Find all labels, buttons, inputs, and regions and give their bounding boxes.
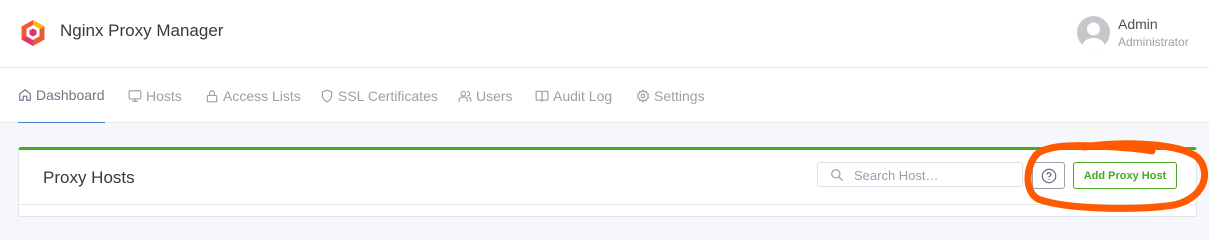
nav-settings[interactable]: Settings bbox=[636, 68, 705, 123]
add-proxy-host-button[interactable]: Add Proxy Host bbox=[1073, 162, 1177, 189]
hexagon-logo-icon[interactable] bbox=[19, 19, 47, 47]
help-circle-icon bbox=[1041, 168, 1056, 183]
search-input[interactable] bbox=[854, 166, 1014, 184]
user-role: Administrator bbox=[1118, 35, 1189, 49]
help-button[interactable] bbox=[1032, 162, 1065, 189]
shield-icon bbox=[321, 89, 333, 102]
nav-audit-log[interactable]: Audit Log bbox=[535, 68, 612, 123]
nav-users[interactable]: Users bbox=[458, 68, 513, 123]
lock-icon bbox=[206, 89, 218, 102]
nav-ssl-certificates[interactable]: SSL Certificates bbox=[320, 68, 438, 123]
nav-hosts[interactable]: Hosts bbox=[128, 68, 182, 123]
user-name[interactable]: Admin bbox=[1118, 16, 1158, 32]
app-title[interactable]: Nginx Proxy Manager bbox=[60, 21, 223, 41]
nav-label: SSL Certificates bbox=[338, 87, 438, 104]
nav-label: Hosts bbox=[146, 87, 182, 104]
book-icon bbox=[535, 90, 549, 102]
nav-label: Access Lists bbox=[223, 87, 301, 104]
nav-label: Users bbox=[476, 87, 513, 104]
card-title: Proxy Hosts bbox=[43, 168, 135, 187]
gear-icon bbox=[636, 89, 650, 102]
monitor-icon bbox=[128, 89, 142, 102]
users-icon bbox=[458, 90, 472, 102]
user-avatar-icon[interactable] bbox=[1077, 16, 1110, 49]
nav-access-lists[interactable]: Access Lists bbox=[205, 68, 301, 123]
search-box[interactable] bbox=[817, 162, 1023, 187]
search-icon bbox=[831, 169, 843, 181]
top-bar: Nginx Proxy Manager Admin Administrator bbox=[0, 0, 1209, 68]
main-nav: Dashboard Hosts Access Lists SSL Certifi… bbox=[0, 68, 1209, 123]
nav-dashboard[interactable]: Dashboard bbox=[18, 68, 105, 123]
nav-label: Dashboard bbox=[36, 87, 105, 103]
nav-label: Audit Log bbox=[553, 87, 613, 104]
home-icon bbox=[19, 89, 31, 101]
card-divider bbox=[19, 204, 1196, 205]
nav-label: Settings bbox=[654, 87, 705, 104]
